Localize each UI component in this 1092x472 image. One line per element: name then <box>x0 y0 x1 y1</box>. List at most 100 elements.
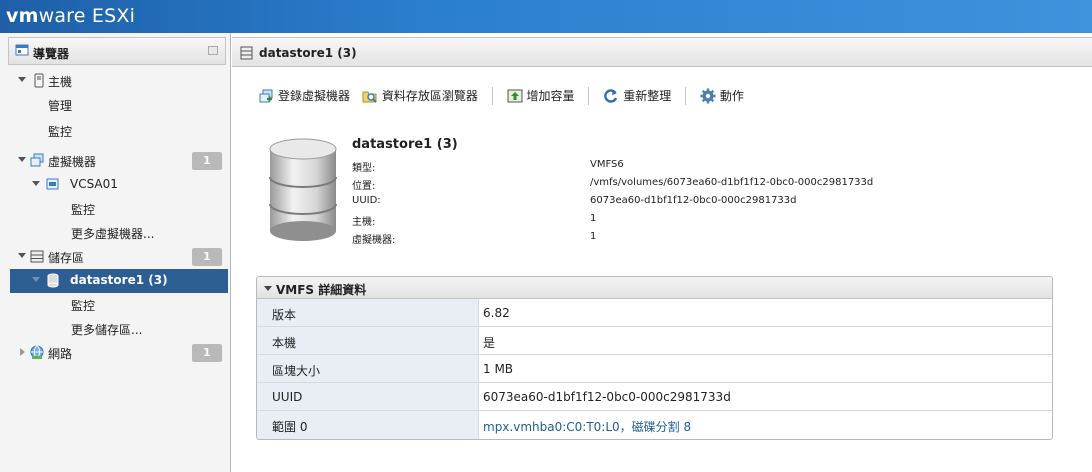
summary-value: 1 <box>590 213 597 224</box>
vmfs-key: 範圍 0 <box>257 411 479 439</box>
nav-label-networking: 網路 <box>48 347 73 361</box>
nav-item-networking[interactable]: 網路 1 <box>10 341 228 365</box>
expand-arrow-icon[interactable] <box>18 253 26 258</box>
summary-key: 虛擬機器: <box>352 235 396 246</box>
vmfs-row-extent: 範圍 0 mpx.vmhba0:C0:T0:L0，磁碟分割 8 <box>257 411 1052 439</box>
datastore-browser-icon <box>362 91 377 103</box>
nav-item-host-manage[interactable]: 管理 <box>10 93 228 117</box>
vmfs-row-local: 本機 是 <box>257 327 1052 355</box>
toolbar-separator <box>491 87 493 105</box>
summary-key: 類型: <box>352 163 376 174</box>
register-vm-icon <box>259 89 273 103</box>
nav-label-virtual-machines: 虛擬機器 <box>48 155 97 169</box>
vmfs-key: 本機 <box>257 327 479 354</box>
nav-item-more-vms[interactable]: 更多虛擬機器... <box>10 221 228 245</box>
expand-arrow-icon[interactable] <box>18 157 26 162</box>
summary-row-type: 類型: VMFS6 <box>352 159 1052 174</box>
vmfs-key: 區塊大小 <box>257 355 479 382</box>
refresh-label: 重新整理 <box>623 89 672 103</box>
expand-arrow-icon[interactable] <box>32 277 40 282</box>
vmware-esxi-logo[interactable]: vmware ESXi <box>6 5 135 27</box>
nav-label-vm-monitor: 監控 <box>71 203 96 217</box>
nav-label-storage: 儲存區 <box>48 251 85 265</box>
expand-arrow-icon[interactable] <box>18 77 26 82</box>
virtual-machines-icon <box>30 153 44 167</box>
nav-label-datastore1: datastore1 (3) <box>70 273 168 287</box>
nav-label-manage: 管理 <box>48 99 73 113</box>
actions-button[interactable]: 動作 <box>700 86 744 106</box>
nav-item-datastore-monitor[interactable]: 監控 <box>10 293 228 317</box>
navigator-header: 導覽器 <box>8 37 226 65</box>
storage-count-badge: 1 <box>192 248 222 266</box>
gear-icon <box>700 88 716 104</box>
summary-row-location: 位置: /vmfs/volumes/6073ea60-d1bf1f12-0bc0… <box>352 177 1052 192</box>
vmfs-value: 6073ea60-d1bf1f12-0bc0-000c2981733d <box>483 390 731 404</box>
datastore-icon <box>47 273 59 288</box>
summary-row-vms: 虛擬機器: 1 <box>352 231 1052 246</box>
network-count-badge: 1 <box>192 344 222 362</box>
vmfs-value: 1 MB <box>483 362 514 376</box>
summary-value: 1 <box>590 231 597 242</box>
vmfs-key: UUID <box>257 383 479 410</box>
summary-value: 6073ea60-d1bf1f12-0bc0-000c2981733d <box>590 195 797 206</box>
increase-capacity-icon <box>507 89 523 103</box>
brand-ware: ware <box>38 5 86 27</box>
brand-product: ESXi <box>85 5 136 27</box>
summary-key: UUID: <box>352 195 381 206</box>
nav-item-more-storage[interactable]: 更多儲存區... <box>10 317 228 341</box>
nav-item-host-monitor[interactable]: 監控 <box>10 119 228 143</box>
navigator-icon <box>15 44 29 56</box>
vmfs-details-title: VMFS 詳細資料 <box>276 283 367 297</box>
nav-item-storage[interactable]: 儲存區 1 <box>10 245 228 269</box>
storage-icon <box>30 250 44 263</box>
navigator-title: 導覽器 <box>33 47 70 61</box>
summary-value: VMFS6 <box>590 159 624 170</box>
vm-count-badge: 1 <box>192 152 222 170</box>
summary-value: /vmfs/volumes/6073ea60-d1bf1f12-0bc0-000… <box>590 177 874 188</box>
page-title: datastore1 (3) <box>259 46 357 60</box>
register-vm-label: 登錄虛擬機器 <box>278 89 351 103</box>
datastore-browser-label: 資料存放區瀏覽器 <box>381 89 478 103</box>
nav-item-vm-vcsa01[interactable]: VCSA01 <box>10 173 228 197</box>
extent-link[interactable]: mpx.vmhba0:C0:T0:L0，磁碟分割 8 <box>483 418 691 435</box>
expand-arrow-icon[interactable] <box>32 181 40 186</box>
vm-icon <box>46 178 59 190</box>
toolbar: 登錄虛擬機器 資料存放區瀏覽器 增加容量 重新整理 動作 <box>258 86 752 108</box>
vmfs-key: 版本 <box>257 299 479 326</box>
nav-label-datastore-monitor: 監控 <box>71 299 96 313</box>
brand-vm: vm <box>6 5 39 27</box>
toolbar-separator <box>685 87 687 105</box>
collapse-navigator-button[interactable] <box>208 46 218 55</box>
vmfs-value: 是 <box>483 336 496 350</box>
vmfs-details-header[interactable]: VMFS 詳細資料 <box>257 277 1052 299</box>
datastore-icon <box>240 46 253 60</box>
refresh-button[interactable]: 重新整理 <box>603 86 671 106</box>
summary-key: 位置: <box>352 181 376 192</box>
increase-capacity-button[interactable]: 增加容量 <box>507 86 575 106</box>
main-pane: datastore1 (3) 登錄虛擬機器 資料存放區瀏覽器 增加容量 重新整理… <box>232 33 1092 472</box>
datastore-browser-button[interactable]: 資料存放區瀏覽器 <box>362 86 478 106</box>
expand-arrow-icon[interactable] <box>20 348 25 356</box>
increase-capacity-label: 增加容量 <box>526 89 575 103</box>
nav-item-virtual-machines[interactable]: 虛擬機器 1 <box>10 149 228 173</box>
vmfs-value: 6.82 <box>483 306 510 320</box>
nav-item-datastore1[interactable]: datastore1 (3) <box>10 269 228 293</box>
actions-label: 動作 <box>719 89 744 103</box>
nav-label-more-storage: 更多儲存區... <box>71 323 143 337</box>
register-vm-button[interactable]: 登錄虛擬機器 <box>258 86 350 106</box>
datastore-large-icon <box>269 138 337 241</box>
vmfs-row-block-size: 區塊大小 1 MB <box>257 355 1052 383</box>
vmfs-row-uuid: UUID 6073ea60-d1bf1f12-0bc0-000c2981733d <box>257 383 1052 411</box>
summary-row-hosts: 主機: 1 <box>352 213 1052 228</box>
nav-item-host[interactable]: 主機 <box>10 69 228 93</box>
nav-label-vcsa01: VCSA01 <box>70 177 118 191</box>
top-header: vmware ESXi <box>0 0 1092 33</box>
collapse-arrow-icon[interactable] <box>264 286 272 291</box>
nav-item-vm-monitor[interactable]: 監控 <box>10 197 228 221</box>
summary-row-uuid: UUID: 6073ea60-d1bf1f12-0bc0-000c2981733… <box>352 195 1052 210</box>
nav-label-more-vms: 更多虛擬機器... <box>71 227 155 241</box>
vmfs-row-version: 版本 6.82 <box>257 299 1052 327</box>
nav-label-host: 主機 <box>48 75 73 89</box>
network-icon <box>30 345 44 359</box>
navigator-pane: 導覽器 主機 管理 監控 虛擬機器 1 VCSA01 監控 更多虛擬機器... … <box>0 33 231 472</box>
